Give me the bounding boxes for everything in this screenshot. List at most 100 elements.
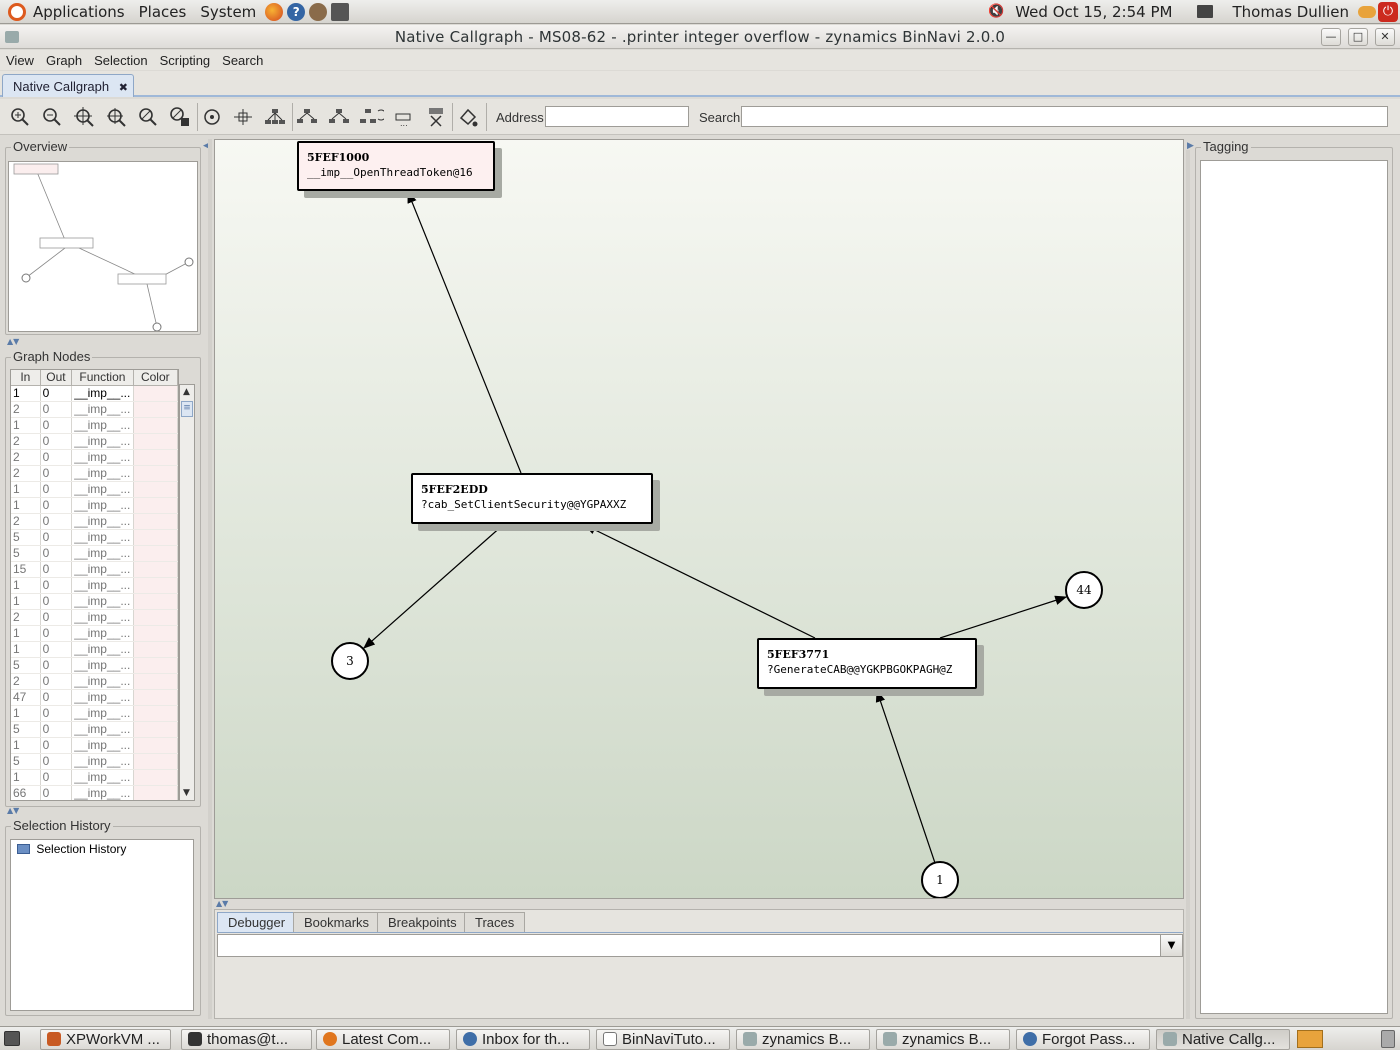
menu-view[interactable]: View [0,53,40,68]
user-name[interactable]: Thomas Dullien [1225,3,1356,21]
table-row[interactable]: 15 0 __imp__... [11,562,178,578]
task-item[interactable]: zynamics B... [876,1029,1010,1050]
ubuntu-logo-icon[interactable] [8,2,26,21]
table-row[interactable]: 47 0 __imp__... [11,690,178,706]
overview-canvas[interactable] [8,161,198,332]
table-row[interactable]: 5 0 __imp__... [11,658,178,674]
callgraph-canvas[interactable]: 5FEF1000 __imp__OpenThreadToken@16 5FEF2… [214,139,1184,899]
clock[interactable]: Wed Oct 15, 2:54 PM [1008,3,1179,21]
graph-node[interactable]: 5FEF2EDD ?cab_SetClientSecurity@@YGPAXXZ [411,473,653,524]
table-scrollbar[interactable]: ▲ ≡ ▼ [179,384,195,801]
table-row[interactable]: 1 0 __imp__... [11,594,178,610]
task-item[interactable]: thomas@t... [181,1029,312,1050]
collapsed-node[interactable]: 44 [1065,571,1103,609]
zoom-selection-icon[interactable] [71,105,97,129]
search-input[interactable] [741,106,1388,127]
menu-selection[interactable]: Selection [88,53,153,68]
zoom-fit-icon[interactable] [103,105,129,129]
col-function[interactable]: Function [72,370,134,385]
tab-breakpoints[interactable]: Breakpoints [377,912,468,932]
col-in[interactable]: In [11,370,41,385]
trash-icon[interactable] [1381,1030,1395,1048]
tab-traces[interactable]: Traces [464,912,526,932]
graph-node[interactable]: 5FEF3771 ?GenerateCAB@@YGKPBGOKPAGH@Z [757,638,977,689]
table-row[interactable]: 2 0 __imp__... [11,674,178,690]
left-splitter[interactable] [208,139,212,1019]
scroll-up-icon[interactable]: ▲ [183,387,190,397]
table-row[interactable]: 2 0 __imp__... [11,402,178,418]
table-row[interactable]: 66 0 __imp__... [11,786,178,800]
circular-layout-icon[interactable] [230,105,256,129]
scroll-thumb[interactable]: ≡ [181,401,193,417]
col-out[interactable]: Out [41,370,73,385]
menu-scripting[interactable]: Scripting [154,53,217,68]
menu-places[interactable]: Places [132,3,194,21]
power-icon[interactable]: ⏻ [1378,1,1398,22]
center-icon[interactable] [199,105,225,129]
hierarchical-layout-icon[interactable] [262,105,288,129]
minimize-button[interactable]: — [1321,28,1341,46]
table-row[interactable]: 2 0 __imp__... [11,514,178,530]
col-color[interactable]: Color [134,370,178,385]
menu-system[interactable]: System [193,3,263,21]
tab-bookmarks[interactable]: Bookmarks [293,912,381,932]
table-row[interactable]: 2 0 __imp__... [11,434,178,450]
collapse-icon[interactable]: ... [392,105,418,129]
table-row[interactable]: 5 0 __imp__... [11,754,178,770]
maximize-button[interactable]: □ [1348,28,1368,46]
overview-splitter-icon[interactable]: ▲▼ [7,337,19,346]
firefox-icon[interactable] [265,2,284,21]
right-splitter[interactable] [1186,150,1190,1019]
collapsed-node[interactable]: 1 [921,861,959,898]
menu-search[interactable]: Search [216,53,269,68]
help-icon[interactable]: ? [287,2,306,21]
zoom-lock-icon[interactable] [167,105,193,129]
task-item[interactable]: Inbox for th... [456,1029,590,1050]
workspace-switcher-icon[interactable] [1297,1030,1323,1048]
screenshot-icon[interactable] [331,2,350,21]
show-desktop-icon[interactable] [4,1031,20,1046]
color-node-icon[interactable] [455,105,481,129]
table-row[interactable]: 1 0 __imp__... [11,642,178,658]
table-row[interactable]: 1 0 __imp__... [11,738,178,754]
task-item[interactable]: Native Callg... [1156,1029,1290,1050]
selection-history-tree[interactable]: Selection History [10,839,194,1011]
table-row[interactable]: 5 0 __imp__... [11,722,178,738]
collapsed-node[interactable]: 3 [331,642,369,680]
address-input[interactable] [545,106,689,127]
graph-splitter-icon[interactable]: ▲▼ [216,899,228,908]
zoom-reset-icon[interactable] [135,105,161,129]
table-row[interactable]: 5 0 __imp__... [11,530,178,546]
table-row[interactable]: 5 0 __imp__... [11,546,178,562]
delete-icon[interactable] [423,105,449,129]
table-row[interactable]: 1 0 __imp__... [11,770,178,786]
task-item[interactable]: zynamics B... [736,1029,870,1050]
task-item[interactable]: Latest Com... [316,1029,450,1050]
tagging-tree[interactable] [1200,160,1388,1014]
task-item[interactable]: BinNaviTuto... [596,1029,730,1050]
pidgin-icon[interactable] [309,2,328,21]
graph-nodes-table[interactable]: In Out Function Color 1 0 __imp__... 2 0 __im… [10,369,179,801]
tab-debugger[interactable]: Debugger [217,912,297,932]
menu-graph[interactable]: Graph [40,53,88,68]
volume-icon[interactable]: 🔇 [988,4,1004,19]
redo-layout-icon[interactable] [358,105,384,129]
table-row[interactable]: 2 0 __imp__... [11,466,178,482]
chevron-down-icon[interactable]: ▼ [1160,935,1182,956]
table-row[interactable]: 1 0 __imp__... [11,626,178,642]
task-item[interactable]: XPWorkVM ... [40,1029,171,1050]
zoom-in-icon[interactable] [7,105,33,129]
debugger-select[interactable]: ▼ [217,934,1183,957]
task-item[interactable]: Forgot Pass... [1016,1029,1150,1050]
menu-applications[interactable]: Applications [26,3,132,21]
orthogonal-layout-icon[interactable] [294,105,320,129]
network-icon[interactable] [1358,5,1376,18]
scroll-down-icon[interactable]: ▼ [183,788,190,798]
monitor-icon[interactable] [1197,5,1214,18]
table-row[interactable]: 2 0 __imp__... [11,450,178,466]
tab-native-callgraph[interactable]: Native Callgraph ✖ [2,74,134,97]
table-row[interactable]: 1 0 __imp__... [11,482,178,498]
zoom-out-icon[interactable] [39,105,65,129]
table-row[interactable]: 2 0 __imp__... [11,610,178,626]
table-row[interactable]: 1 0 __imp__... [11,706,178,722]
